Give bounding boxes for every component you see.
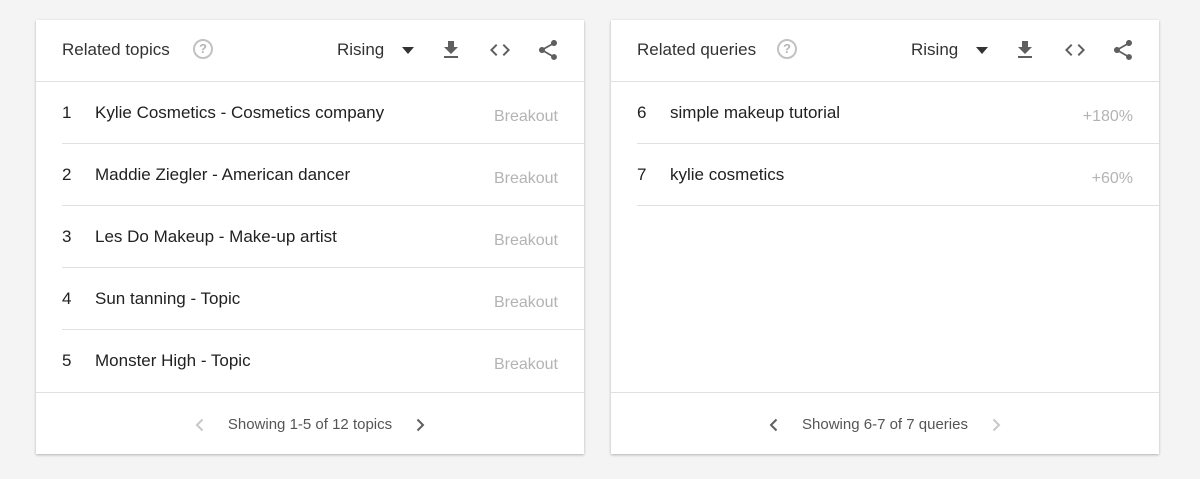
share-icon[interactable] xyxy=(1111,38,1135,62)
list-item[interactable]: 7 kylie cosmetics +60% xyxy=(637,144,1159,206)
help-icon[interactable]: ? xyxy=(777,39,797,59)
download-icon[interactable] xyxy=(439,38,463,62)
row-index: 6 xyxy=(637,103,647,122)
list-item[interactable]: 5 Monster High - Topic Breakout xyxy=(62,330,584,391)
topics-filter-dropdown[interactable]: Rising xyxy=(337,38,415,62)
row-label: simple makeup tutorial xyxy=(670,103,841,122)
related-queries-title: Related queries xyxy=(637,40,757,59)
row-value: Breakout xyxy=(493,356,558,373)
row-value: +60% xyxy=(1091,170,1133,187)
embed-code-icon[interactable] xyxy=(1063,38,1087,62)
row-index: 1 xyxy=(62,103,72,122)
related-queries-list: 6 simple makeup tutorial +180% 7 kylie c… xyxy=(611,82,1159,206)
related-queries-header: Related queries ? Rising xyxy=(611,20,1159,82)
download-icon[interactable] xyxy=(1013,38,1037,62)
row-value: Breakout xyxy=(493,108,558,125)
caret-down-icon xyxy=(402,46,415,54)
row-label: Monster High - Topic xyxy=(95,351,251,370)
row-index: 2 xyxy=(62,165,72,184)
row-label: Les Do Makeup - Make-up artist xyxy=(95,227,337,246)
queries-pagination: Showing 6-7 of 7 queries xyxy=(611,392,1159,454)
related-topics-header: Related topics ? Rising xyxy=(36,20,584,82)
row-index: 3 xyxy=(62,227,72,246)
row-index: 7 xyxy=(637,165,647,184)
topics-pagination: Showing 1-5 of 12 topics xyxy=(36,392,584,454)
embed-code-icon[interactable] xyxy=(488,38,512,62)
pager: Showing 6-7 of 7 queries xyxy=(611,415,1159,435)
share-icon[interactable] xyxy=(536,38,560,62)
row-label: Sun tanning - Topic xyxy=(95,289,241,308)
list-item[interactable]: 4 Sun tanning - Topic Breakout xyxy=(62,268,584,330)
queries-filter-dropdown[interactable]: Rising xyxy=(911,38,989,62)
row-value: +180% xyxy=(1082,108,1133,125)
topics-filter-label: Rising xyxy=(337,40,385,59)
related-topics-list: 1 Kylie Cosmetics - Cosmetics company Br… xyxy=(36,82,584,391)
pager-text: Showing 6-7 of 7 queries xyxy=(802,416,968,433)
pager: Showing 1-5 of 12 topics xyxy=(36,415,584,435)
chevron-left-icon xyxy=(195,418,204,432)
related-queries-card: Related queries ? Rising 6 simple makeup… xyxy=(611,20,1159,454)
row-value: Breakout xyxy=(493,232,558,249)
list-item[interactable]: 2 Maddie Ziegler - American dancer Break… xyxy=(62,144,584,206)
related-topics-card: Related topics ? Rising 1 Kylie Cosmetic… xyxy=(36,20,584,454)
row-label: Kylie Cosmetics - Cosmetics company xyxy=(95,103,385,122)
list-item[interactable]: 6 simple makeup tutorial +180% xyxy=(637,82,1159,144)
pager-text: Showing 1-5 of 12 topics xyxy=(227,416,393,433)
chevron-right-icon[interactable] xyxy=(412,417,428,433)
queries-filter-label: Rising xyxy=(911,40,959,59)
row-index: 5 xyxy=(62,351,72,370)
related-topics-title: Related topics xyxy=(62,40,170,59)
row-label: kylie cosmetics xyxy=(670,165,785,184)
row-value: Breakout xyxy=(493,170,558,187)
caret-down-icon xyxy=(976,46,989,54)
list-item[interactable]: 1 Kylie Cosmetics - Cosmetics company Br… xyxy=(62,82,584,144)
chevron-left-icon[interactable] xyxy=(766,417,782,433)
list-item[interactable]: 3 Les Do Makeup - Make-up artist Breakou… xyxy=(62,206,584,268)
row-index: 4 xyxy=(62,289,72,308)
chevron-right-icon xyxy=(992,418,1001,432)
help-icon[interactable]: ? xyxy=(193,39,213,59)
row-label: Maddie Ziegler - American dancer xyxy=(95,165,351,184)
row-value: Breakout xyxy=(493,294,558,311)
